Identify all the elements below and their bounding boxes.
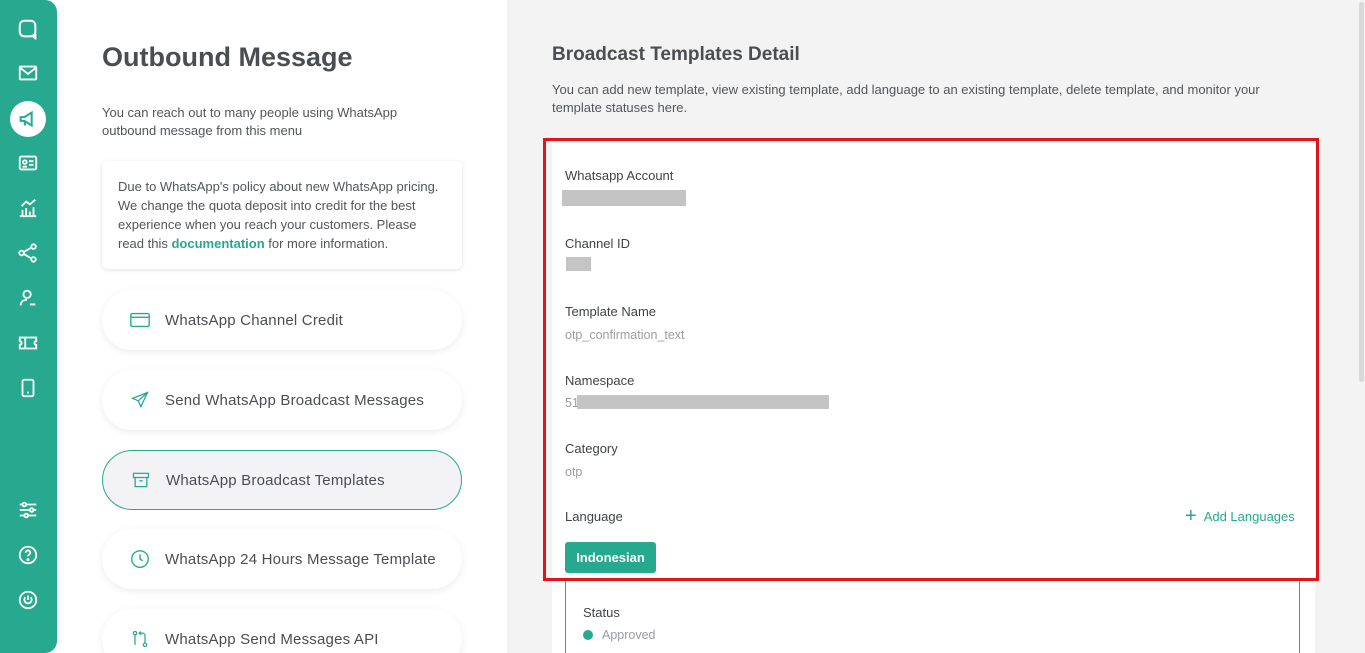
megaphone-icon[interactable] (10, 101, 46, 137)
add-languages-label: Add Languages (1203, 508, 1295, 524)
redacted-namespace (577, 395, 829, 409)
menu-item-label: Send WhatsApp Broadcast Messages (165, 391, 425, 409)
add-languages-button[interactable]: + Add Languages (1185, 505, 1295, 527)
menu-item-24h-template[interactable]: WhatsApp 24 Hours Message Template (102, 529, 462, 589)
analytics-icon[interactable] (10, 190, 46, 226)
contact-card-icon[interactable] (10, 145, 46, 181)
menu-item-label: WhatsApp Broadcast Templates (166, 471, 385, 489)
send-icon (129, 389, 151, 411)
channel-id-label: Channel ID (565, 236, 631, 251)
ticket-icon[interactable] (10, 325, 46, 361)
archive-icon (130, 469, 152, 491)
scrollbar-thumb[interactable] (1359, 2, 1364, 382)
menu-item-label: WhatsApp 24 Hours Message Template (165, 550, 436, 568)
menu-item-channel-credit[interactable]: WhatsApp Channel Credit (102, 290, 462, 350)
mobile-icon[interactable] (10, 370, 46, 406)
documentation-link[interactable]: documentation (171, 236, 264, 251)
api-icon (129, 628, 151, 650)
menu-item-send-broadcast[interactable]: Send WhatsApp Broadcast Messages (102, 370, 462, 430)
language-label: Language (565, 509, 623, 524)
detail-title: Broadcast Templates Detail (552, 44, 800, 65)
status-box: Status Approved (565, 580, 1300, 653)
clock-icon (129, 548, 151, 570)
category-value: otp (565, 465, 583, 479)
share-nodes-icon[interactable] (10, 235, 46, 271)
plus-icon: + (1185, 505, 1197, 527)
status-dot-icon (583, 630, 593, 640)
pricing-notice: Due to WhatsApp's policy about new Whats… (102, 161, 462, 269)
page-title: Outbound Message (102, 42, 353, 72)
category-label: Category (565, 441, 618, 456)
user-icon[interactable] (10, 280, 46, 316)
credit-card-icon (129, 309, 151, 331)
notice-text-after: for more information. (264, 236, 389, 251)
template-name-label: Template Name (565, 304, 657, 319)
menu-item-label: WhatsApp Send Messages API (165, 630, 379, 648)
status-text: Approved (602, 628, 656, 642)
namespace-label: Namespace (565, 373, 635, 388)
detail-description: You can add new template, view existing … (552, 82, 1260, 115)
status-label: Status (583, 605, 620, 620)
menu-item-label: WhatsApp Channel Credit (165, 311, 344, 329)
template-name-value: otp_confirmation_text (565, 328, 685, 342)
language-chip-indonesian[interactable]: Indonesian (565, 542, 656, 573)
status-value: Approved (583, 628, 656, 642)
whatsapp-account-label: Whatsapp Account (565, 168, 674, 183)
redacted-channel-id (566, 257, 591, 271)
menu-item-send-api[interactable]: WhatsApp Send Messages API (102, 609, 462, 653)
menu-item-broadcast-templates[interactable]: WhatsApp Broadcast Templates (102, 450, 462, 510)
mail-icon[interactable] (10, 55, 46, 91)
sidebar (0, 0, 57, 653)
help-icon[interactable] (10, 537, 46, 573)
power-icon[interactable] (10, 582, 46, 618)
chat-icon[interactable] (10, 11, 46, 47)
redacted-whatsapp-account (562, 190, 686, 206)
scrollbar[interactable] (1358, 0, 1365, 653)
settings-sliders-icon[interactable] (10, 492, 46, 528)
page-description: You can reach out to many people using W… (102, 105, 398, 138)
left-panel: Outbound Message You can reach out to ma… (57, 0, 507, 653)
